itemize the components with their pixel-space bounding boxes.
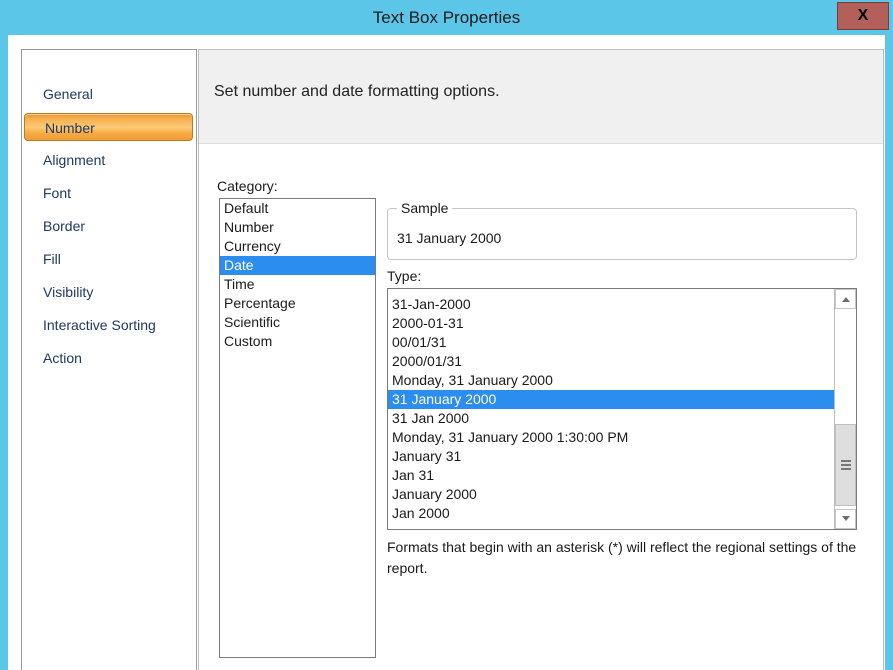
sidebar-item-alignment[interactable]: Alignment [23, 148, 197, 172]
scrollbar-track[interactable] [835, 309, 856, 509]
type-item-11[interactable]: Jan 2000 [388, 504, 834, 523]
scrollbar-thumb[interactable] [835, 424, 856, 506]
pane-header: Set number and date formatting options. [199, 50, 883, 144]
sidebar-item-action[interactable]: Action [23, 346, 197, 370]
sidebar-item-general[interactable]: General [23, 82, 197, 106]
sidebar-item-number[interactable]: Number [24, 113, 193, 141]
category-item-default[interactable]: Default [220, 199, 375, 218]
format-note: Formats that begin with an asterisk (*) … [387, 539, 857, 576]
sidebar-item-label: Action [43, 350, 82, 366]
category-item-scientific[interactable]: Scientific [220, 313, 375, 332]
type-item-9[interactable]: Jan 31 [388, 466, 834, 485]
sidebar-item-label: Border [43, 218, 86, 234]
sidebar-item-fill[interactable]: Fill [23, 247, 197, 271]
settings-category-sidebar: General Number Alignment Font Border Fill Visi… [21, 49, 197, 670]
type-listbox[interactable]: 31-Jan-2000 2000-01-31 00/01/31 2000/01/31 M… [387, 288, 857, 530]
grip-icon [841, 460, 851, 470]
sidebar-item-label: Fill [43, 251, 61, 267]
category-item-time[interactable]: Time [220, 275, 375, 294]
window-title: Text Box Properties [372, 8, 521, 27]
type-list-items: 31-Jan-2000 2000-01-31 00/01/31 2000/01/31 M… [388, 295, 834, 523]
category-label: Category: [217, 178, 278, 194]
text-box-properties-dialog: Text Box Properties X General Number Align… [0, 0, 893, 670]
sidebar-item-interactive-sorting[interactable]: Interactive Sorting [23, 313, 197, 337]
sidebar-item-font[interactable]: Font [23, 181, 197, 205]
close-button[interactable]: X [837, 2, 889, 30]
type-item-3[interactable]: 2000/01/31 [388, 352, 834, 371]
sidebar-item-label: General [43, 86, 93, 102]
type-list-scrollbar[interactable] [834, 289, 856, 529]
type-item-4[interactable]: Monday, 31 January 2000 [388, 371, 834, 390]
category-item-percentage[interactable]: Percentage [220, 294, 375, 313]
type-item-5[interactable]: 31 January 2000 [388, 390, 834, 409]
chevron-up-icon [841, 297, 850, 302]
title-bar: Text Box Properties X [0, 0, 893, 35]
sidebar-item-label: Interactive Sorting [43, 317, 156, 333]
category-listbox[interactable]: Default Number Currency Date Time Percentage S… [219, 198, 376, 658]
scroll-up-button[interactable] [835, 289, 856, 309]
type-item-10[interactable]: January 2000 [388, 485, 834, 504]
sidebar-item-label: Visibility [43, 284, 94, 300]
sidebar-item-border[interactable]: Border [23, 214, 197, 238]
sidebar-item-label: Alignment [43, 152, 106, 168]
type-label: Type: [387, 268, 422, 284]
category-item-date[interactable]: Date [220, 256, 375, 275]
category-item-custom[interactable]: Custom [220, 332, 375, 351]
category-item-currency[interactable]: Currency [220, 237, 375, 256]
type-item-8[interactable]: January 31 [388, 447, 834, 466]
number-settings-pane: Set number and date formatting options. … [198, 49, 884, 670]
scroll-down-button[interactable] [835, 509, 856, 529]
type-item-6[interactable]: 31 Jan 2000 [388, 409, 834, 428]
sample-value: 31 January 2000 [397, 230, 502, 246]
chevron-down-icon [841, 516, 850, 521]
type-item-0[interactable]: 31-Jan-2000 [388, 295, 834, 314]
type-item-1[interactable]: 2000-01-31 [388, 314, 834, 333]
type-item-7[interactable]: Monday, 31 January 2000 1:30:00 PM [388, 428, 834, 447]
pane-header-text: Set number and date formatting options. [214, 83, 500, 100]
sidebar-item-visibility[interactable]: Visibility [23, 280, 197, 304]
dialog-body: General Number Alignment Font Border Fill Visi… [8, 35, 885, 670]
sidebar-item-label: Number [45, 120, 95, 136]
type-item-2[interactable]: 00/01/31 [388, 333, 834, 352]
sidebar-item-label: Font [43, 185, 72, 201]
category-item-number[interactable]: Number [220, 218, 375, 237]
sample-legend: Sample [397, 200, 453, 216]
